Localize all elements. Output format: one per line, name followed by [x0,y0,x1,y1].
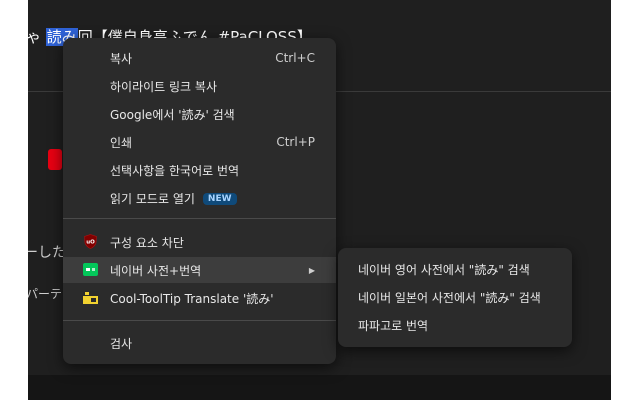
menu-item-block-element[interactable]: uO 구성 요소 차단 [63,229,336,255]
menu-item-label: 선택사항을 한국어로 번역 [110,163,240,178]
menu-item-label: 복사 [110,51,133,66]
menu-item-cool-tooltip[interactable]: Cool-ToolTip Translate '読み' [63,285,336,311]
menu-item-google-search[interactable]: Google에서 '読み' 검색 [63,101,336,127]
new-badge: NEW [202,193,237,205]
menu-item-print[interactable]: 인쇄 Ctrl+P [63,129,336,155]
submenu-arrow-icon: ▶ [308,265,315,275]
red-button[interactable] [48,149,62,170]
page-bottom-bar [28,375,611,400]
menu-item-shortcut: Ctrl+P [276,135,315,149]
ublock-origin-icon: uO [83,234,98,249]
menu-item-copy[interactable]: 복사 Ctrl+C [63,45,336,71]
cool-tooltip-icon [83,290,98,305]
menu-item-translate-selection[interactable]: 선택사항을 한국어로 번역 [63,157,336,183]
menu-separator [63,320,336,321]
context-menu: 복사 Ctrl+C 하이라이트 링크 복사 Google에서 '読み' 검색 인… [63,38,336,364]
menu-item-label: 검사 [110,336,133,351]
submenu-item-naver-japanese-dictionary[interactable]: 네이버 일본어 사전에서 "読み" 검색 [338,284,572,310]
menu-item-label: Cool-ToolTip Translate '読み' [110,291,274,306]
submenu-item-label: 네이버 영어 사전에서 "読み" 검색 [358,262,530,277]
menu-item-shortcut: Ctrl+C [275,51,315,65]
page-text-snippet: パーテ [28,287,63,301]
menu-item-label: 네이버 사전+번역 [110,263,202,278]
menu-item-naver-dictionary[interactable]: 네이버 사전+번역 ▶ [63,257,336,283]
menu-item-label: 구성 요소 차단 [110,235,184,250]
naver-dictionary-icon [83,262,98,277]
menu-item-reading-mode[interactable]: 읽기 모드로 열기 NEW [63,185,336,211]
submenu-item-naver-english-dictionary[interactable]: 네이버 영어 사전에서 "読み" 검색 [338,256,572,282]
submenu-item-papago-translate[interactable]: 파파고로 번역 [338,312,572,338]
submenu-item-label: 파파고로 번역 [358,318,429,333]
menu-item-label: 인쇄 [110,135,133,150]
menu-item-inspect[interactable]: 검사 [63,330,336,356]
menu-item-label: 하이라이트 링크 복사 [110,79,217,94]
menu-item-label: Google에서 '読み' 검색 [110,107,235,122]
reading-mode-label: 읽기 모드로 열기 [110,191,195,206]
naver-submenu: 네이버 영어 사전에서 "読み" 검색 네이버 일본어 사전에서 "読み" 검색… [338,248,572,347]
page-text-snippet: ーした [28,245,66,261]
page-title-before: ゃ [28,28,42,46]
menu-separator [63,218,336,219]
menu-item-label: 읽기 모드로 열기 NEW [110,190,237,207]
svg-text:uO: uO [86,240,95,246]
submenu-item-label: 네이버 일본어 사전에서 "読み" 검색 [358,290,541,305]
menu-item-copy-highlight-link[interactable]: 하이라이트 링크 복사 [63,73,336,99]
